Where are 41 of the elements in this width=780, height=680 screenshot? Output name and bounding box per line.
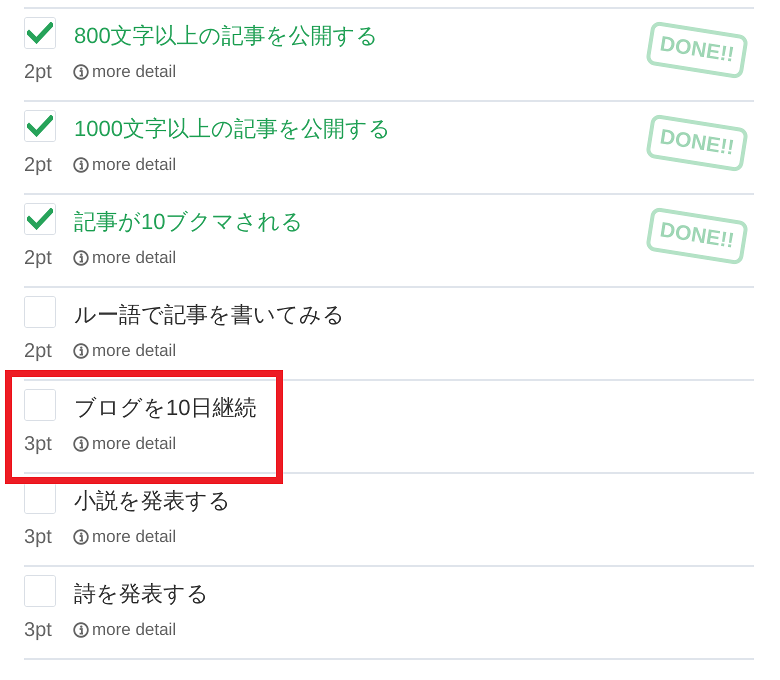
task-title: ルー語で記事を書いてみる bbox=[74, 300, 345, 328]
info-icon bbox=[73, 64, 89, 80]
checkbox[interactable] bbox=[24, 482, 56, 514]
points-label: 2pt bbox=[24, 154, 53, 176]
more-detail-link[interactable]: more detail bbox=[73, 434, 176, 454]
points-label: 2pt bbox=[24, 60, 53, 84]
checkbox[interactable] bbox=[24, 110, 56, 142]
more-detail-link[interactable]: more detail bbox=[73, 341, 176, 361]
points-label: 2pt bbox=[24, 340, 53, 362]
checkbox[interactable] bbox=[24, 203, 56, 235]
check-icon bbox=[27, 22, 53, 44]
points-label: 3pt bbox=[24, 618, 53, 642]
task-title: 記事が10ブクマされる bbox=[74, 208, 304, 236]
info-icon bbox=[73, 250, 89, 266]
done-stamp: DONE!! bbox=[645, 114, 749, 172]
checkbox[interactable] bbox=[24, 17, 56, 49]
task-title: 800文字以上の記事を公開する bbox=[74, 22, 379, 50]
info-icon bbox=[73, 157, 89, 173]
more-detail-link[interactable]: more detail bbox=[73, 248, 176, 268]
check-icon bbox=[27, 208, 53, 230]
info-icon bbox=[73, 529, 89, 545]
task-title: 1000文字以上の記事を公開する bbox=[74, 114, 391, 142]
checkbox[interactable] bbox=[24, 575, 56, 607]
task-title: 詩を発表する bbox=[74, 580, 209, 608]
info-icon bbox=[73, 343, 89, 359]
task-title: 小説を発表する bbox=[74, 486, 231, 514]
points-label: 3pt bbox=[24, 526, 53, 548]
checkbox[interactable] bbox=[24, 296, 56, 328]
task-title: ブログを10日継続 bbox=[74, 394, 256, 422]
more-detail-link[interactable]: more detail bbox=[73, 527, 176, 547]
more-detail-link[interactable]: more detail bbox=[73, 62, 176, 82]
points-label: 3pt bbox=[24, 432, 53, 456]
check-icon bbox=[27, 115, 53, 137]
done-stamp: DONE!! bbox=[645, 20, 749, 80]
done-stamp: DONE!! bbox=[645, 206, 749, 266]
info-icon bbox=[73, 622, 89, 638]
info-icon bbox=[73, 436, 89, 452]
points-label: 2pt bbox=[24, 246, 53, 270]
checkbox[interactable] bbox=[24, 389, 56, 421]
more-detail-link[interactable]: more detail bbox=[73, 620, 176, 640]
more-detail-link[interactable]: more detail bbox=[73, 155, 176, 175]
